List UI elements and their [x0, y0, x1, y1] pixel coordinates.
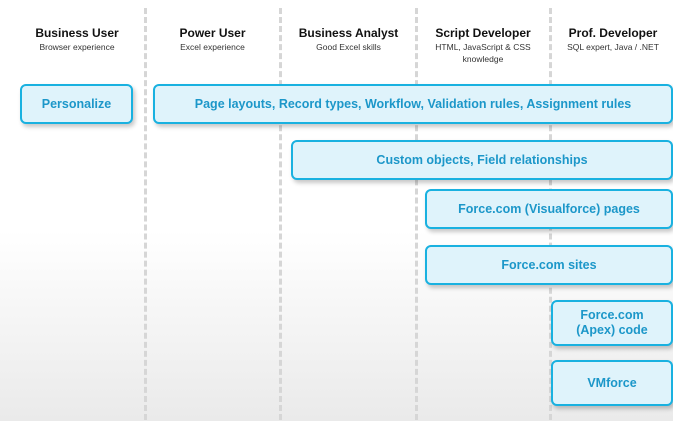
column-subtitle: HTML, JavaScript & CSS knowledge	[435, 42, 531, 64]
box-vmforce: VMforce	[551, 360, 673, 406]
column-script-developer: Script Developer HTML, JavaScript & CSS …	[427, 26, 539, 65]
column-business-analyst: Business Analyst Good Excel skills	[282, 26, 415, 53]
column-divider	[415, 8, 418, 420]
box-custom-objects: Custom objects, Field relationships	[291, 140, 673, 180]
column-title: Script Developer	[435, 26, 531, 40]
column-title: Business User	[35, 26, 119, 40]
column-subtitle: Good Excel skills	[316, 42, 381, 52]
column-subtitle: SQL expert, Java / .NET	[567, 42, 659, 52]
column-subtitle: Browser experience	[39, 42, 115, 52]
column-title: Power User	[179, 26, 246, 40]
column-business-user: Business User Browser experience	[8, 26, 146, 53]
box-personalize: Personalize	[20, 84, 133, 124]
box-apex-line1: Force.com	[580, 308, 644, 322]
box-force-sites: Force.com sites	[425, 245, 673, 285]
box-apex-line2: (Apex) code	[576, 323, 648, 337]
box-declarative-config: Page layouts, Record types, Workflow, Va…	[153, 84, 673, 124]
column-title: Business Analyst	[298, 26, 399, 40]
column-title: Prof. Developer	[568, 26, 658, 40]
column-subtitle: Excel experience	[180, 42, 245, 52]
column-divider	[144, 8, 147, 420]
column-divider	[279, 8, 282, 420]
column-power-user: Power User Excel experience	[146, 26, 279, 53]
column-prof-developer: Prof. Developer SQL expert, Java / .NET	[553, 26, 673, 53]
box-visualforce-pages: Force.com (Visualforce) pages	[425, 189, 673, 229]
skill-diagram: Business User Browser experience Power U…	[0, 0, 673, 421]
box-apex-code: Force.com (Apex) code	[551, 300, 673, 346]
